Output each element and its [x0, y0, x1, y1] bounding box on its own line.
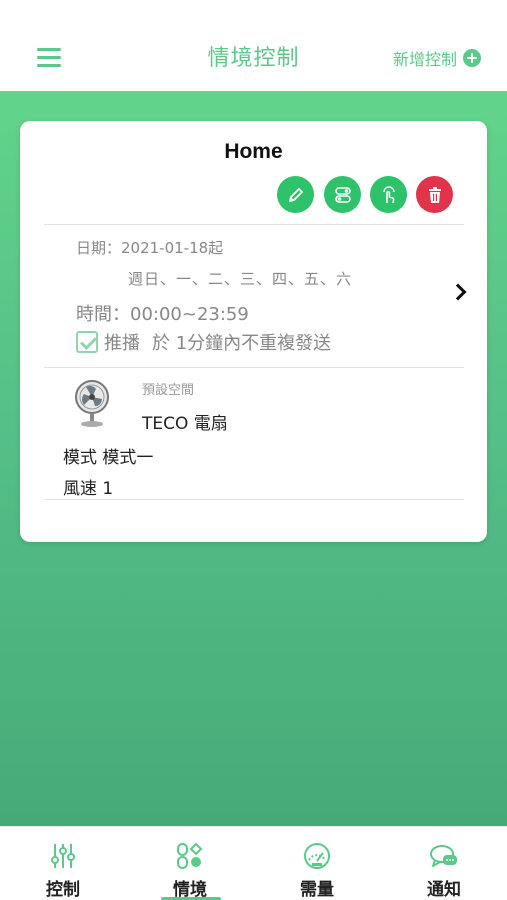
toggle-icon	[334, 186, 351, 203]
device-name: TECO 電扇	[142, 414, 228, 434]
start-date: 日期：2021-01-18起	[76, 239, 224, 257]
delete-button[interactable]	[416, 176, 453, 213]
touch-icon	[382, 185, 395, 203]
sliders-icon	[51, 844, 75, 868]
fan-icon	[75, 380, 109, 427]
divider	[44, 499, 464, 500]
scene-card: Home 日期：2021-01-18起 週日、一、二、三、四、五、六 時間：00…	[20, 121, 487, 542]
tab-notify[interactable]: 通知	[381, 827, 507, 900]
trigger-button[interactable]	[370, 176, 407, 213]
edit-button[interactable]	[277, 176, 314, 213]
add-scene-label: 新增控制	[392, 50, 457, 69]
top-bar: 情境控制 新增控制	[0, 0, 507, 91]
chat-icon	[430, 845, 457, 867]
time-range: 時間：00:00~23:59	[76, 304, 249, 325]
add-scene-button[interactable]: 新增控制	[393, 46, 481, 70]
scene-name: Home	[224, 140, 283, 163]
schedule-row[interactable]: 日期：2021-01-18起 週日、一、二、三、四、五、六 時間：00:00~2…	[20, 225, 487, 367]
repeat-days: 週日、一、二、三、四、五、六	[128, 270, 353, 288]
push-label: 推播	[104, 333, 140, 354]
push-checkbox[interactable]	[76, 331, 98, 353]
tab-label: 需量	[300, 880, 334, 900]
toggle-button[interactable]	[324, 176, 361, 213]
plus-circle-icon	[463, 49, 481, 67]
push-setting: 推播 於 1分鐘內不重複發送	[76, 329, 331, 355]
gauge-icon	[304, 843, 330, 869]
tab-control[interactable]: 控制	[0, 827, 126, 900]
bottom-tab-bar: 控制 情境 需量 通知	[0, 826, 507, 900]
chevron-right-icon[interactable]	[449, 283, 467, 301]
tab-demand[interactable]: 需量	[254, 827, 380, 900]
scene-icon	[177, 842, 203, 869]
pencil-icon	[288, 187, 303, 202]
speed-setting: 風速 1	[63, 479, 114, 499]
tab-label: 通知	[427, 880, 461, 900]
device-item: 預設空間 TECO 電扇 模式 模式一 風速 1	[20, 367, 487, 499]
tab-label: 控制	[46, 880, 80, 900]
trash-icon	[428, 186, 441, 203]
mode-setting: 模式 模式一	[63, 448, 154, 468]
tab-scene[interactable]: 情境	[127, 827, 253, 900]
push-rule: 於 1分鐘內不重複發送	[152, 333, 332, 354]
room-label: 預設空間	[142, 383, 195, 398]
